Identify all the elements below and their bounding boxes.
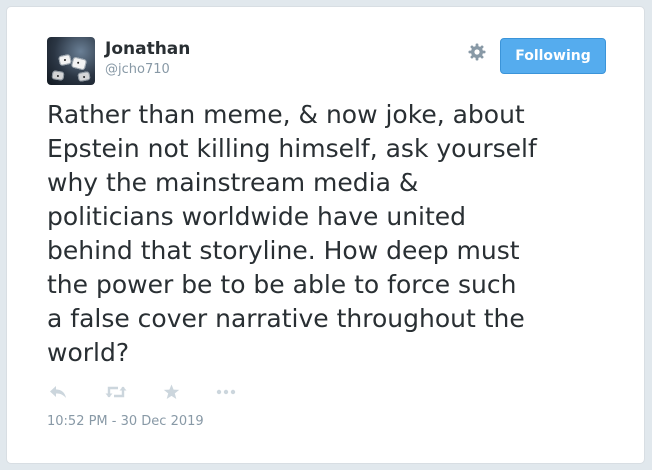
- avatar-die-4: [77, 71, 91, 82]
- tweet-actions: [47, 382, 237, 402]
- more-icon[interactable]: [215, 383, 237, 401]
- avatar-die-3: [51, 70, 65, 81]
- author-name[interactable]: Jonathan: [105, 39, 190, 59]
- avatar-die-2: [70, 56, 88, 71]
- avatar[interactable]: [47, 37, 95, 85]
- retweet-icon[interactable]: [105, 383, 127, 401]
- star-icon[interactable]: [160, 383, 182, 401]
- tweet-card: Jonathan @jcho710 Following Rather than …: [6, 6, 645, 464]
- following-button[interactable]: Following: [500, 38, 606, 74]
- gear-icon[interactable]: [467, 42, 487, 62]
- tweet-text: Rather than meme, & now joke, about Epst…: [47, 100, 537, 367]
- avatar-die-1: [58, 53, 72, 67]
- author-handle[interactable]: @jcho710: [105, 62, 170, 78]
- tweet-timestamp[interactable]: 10:52 PM - 30 Dec 2019: [47, 414, 204, 430]
- reply-icon[interactable]: [47, 383, 69, 401]
